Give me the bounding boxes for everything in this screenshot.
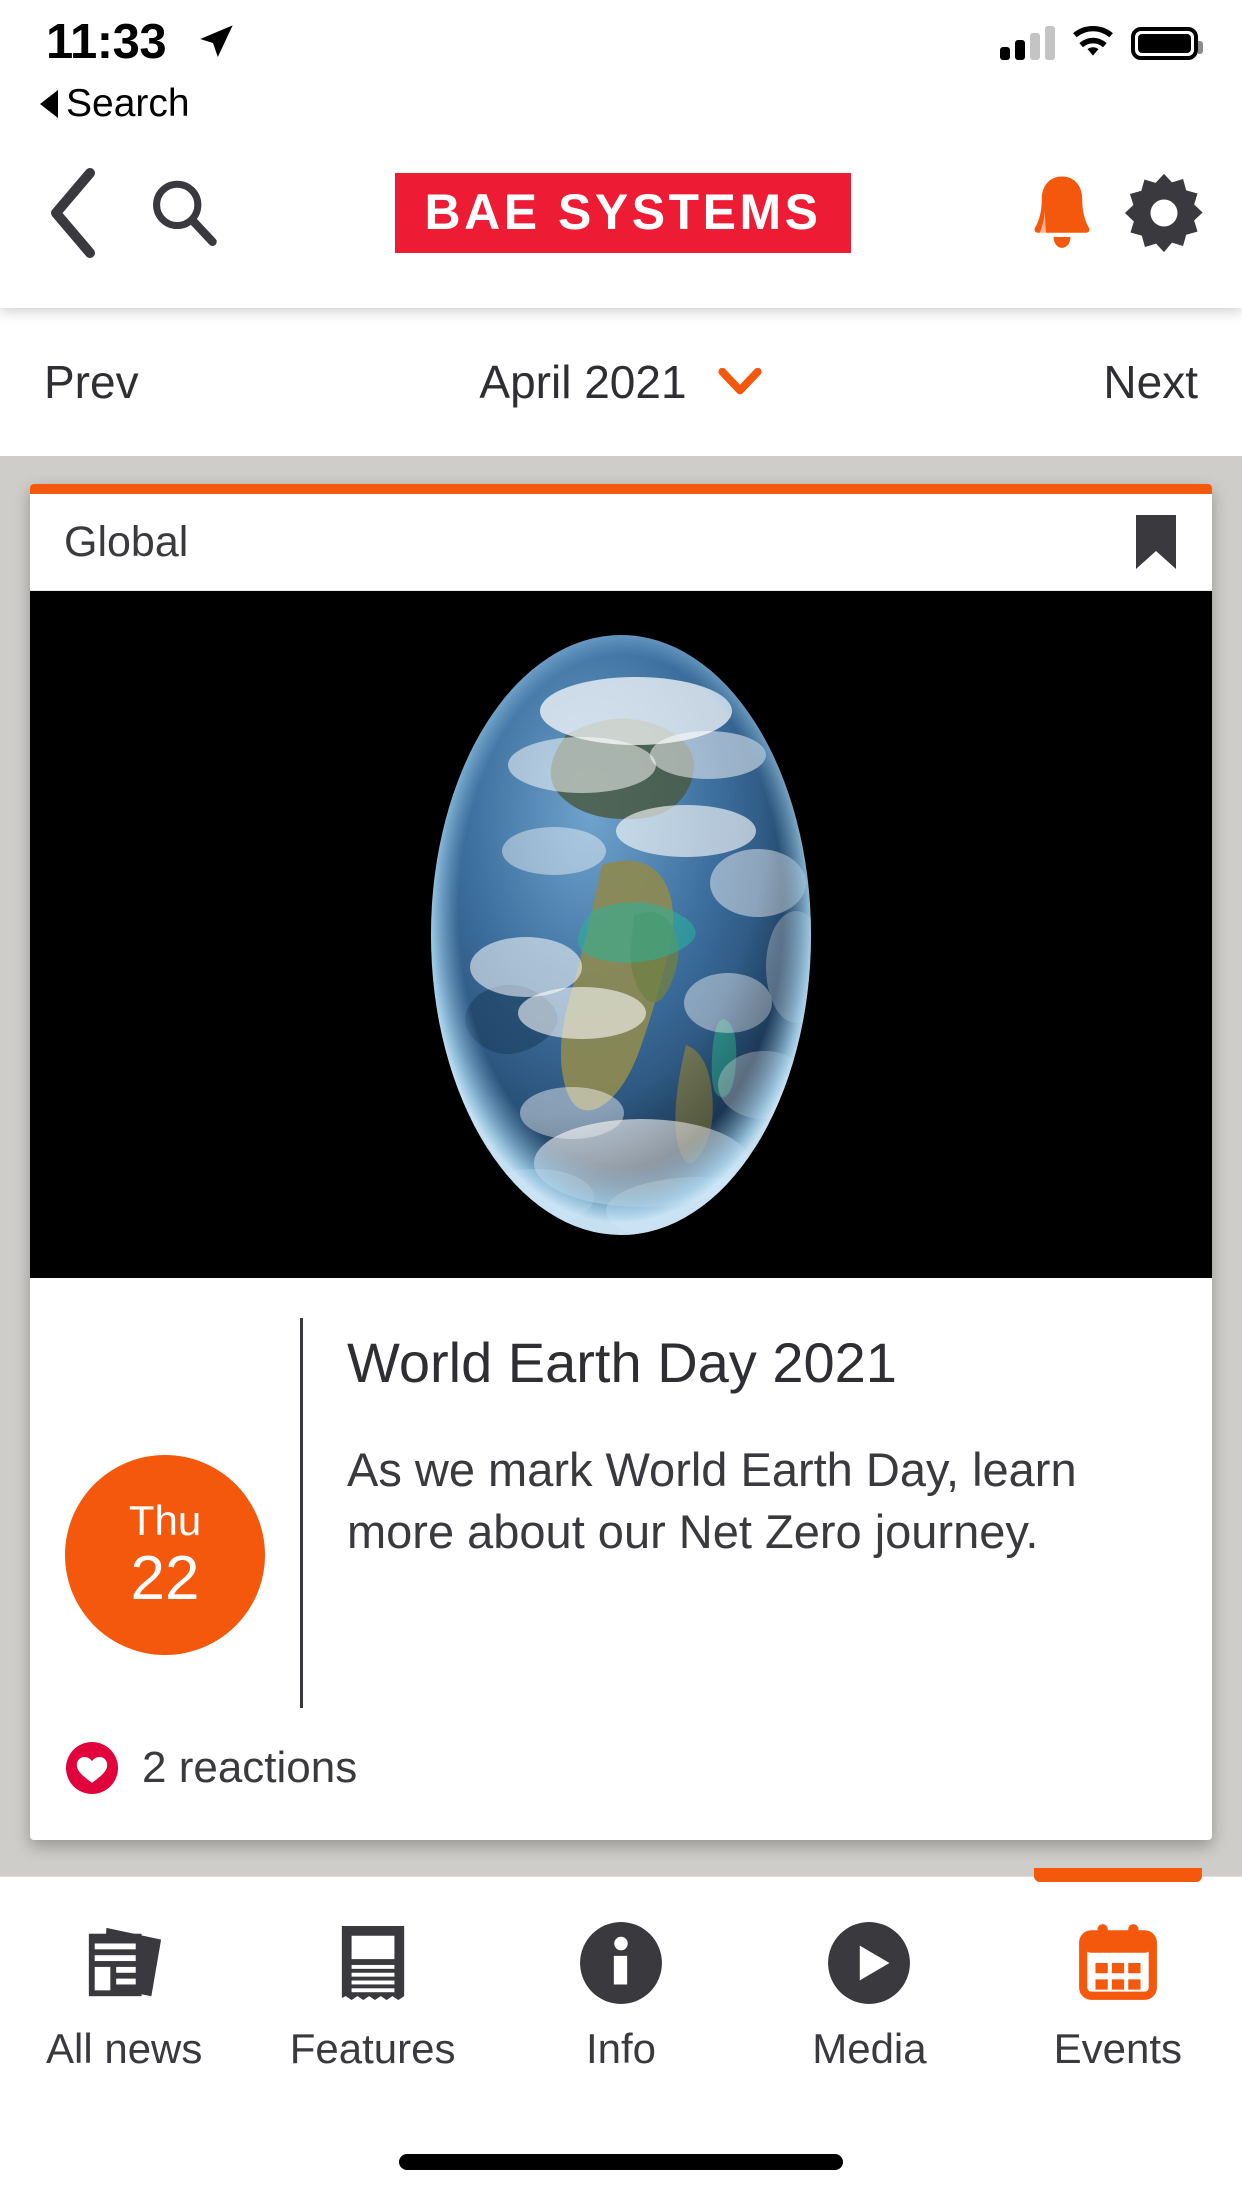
tab-label: Info bbox=[585, 2025, 657, 2072]
battery-full-icon bbox=[1131, 26, 1203, 60]
status-time: 11:33 bbox=[46, 15, 167, 69]
current-month-label: April 2021 bbox=[479, 356, 687, 408]
tab-label: Features bbox=[289, 2025, 456, 2072]
bookmark-icon[interactable] bbox=[1134, 513, 1178, 571]
tab-label: All news bbox=[46, 2025, 203, 2072]
card-region-label: Global bbox=[64, 517, 189, 566]
tab-label: Events bbox=[1053, 2025, 1183, 2072]
search-icon bbox=[153, 180, 217, 246]
next-month-button[interactable]: Next bbox=[1103, 355, 1198, 409]
play-circle-icon bbox=[826, 1915, 912, 2011]
date-day-number: 22 bbox=[130, 1544, 200, 1613]
info-circle-icon bbox=[578, 1915, 664, 2011]
location-arrow-icon bbox=[200, 25, 233, 57]
card-text-column: World Earth Day 2021 As we mark World Ea… bbox=[300, 1318, 1212, 1708]
active-tab-indicator bbox=[1033, 1868, 1202, 1882]
settings-button[interactable] bbox=[1116, 172, 1212, 254]
app-header: BAE SYSTEMS bbox=[0, 118, 1242, 308]
date-badge: Thu 22 bbox=[65, 1455, 265, 1655]
logo-badge: BAE SYSTEMS bbox=[394, 173, 852, 253]
card-body: Thu 22 World Earth Day 2021 As we mark W… bbox=[30, 1278, 1212, 1736]
back-button[interactable] bbox=[26, 167, 122, 259]
bell-icon bbox=[1034, 176, 1090, 248]
search-button[interactable] bbox=[136, 175, 232, 251]
month-selector[interactable]: April 2021 bbox=[139, 355, 1104, 409]
card-image bbox=[30, 591, 1212, 1278]
earth-from-space-photo bbox=[386, 615, 856, 1255]
month-navigation: Prev April 2021 Next bbox=[0, 308, 1242, 456]
event-date: Thu 22 bbox=[30, 1318, 300, 1708]
event-card[interactable]: Global Thu 22 World Earth Day 2021 As we… bbox=[30, 484, 1212, 1840]
document-icon bbox=[336, 1915, 410, 2011]
chevron-down-icon bbox=[717, 368, 762, 395]
tab-events[interactable]: Events bbox=[994, 1868, 1242, 2099]
tab-label: Media bbox=[812, 2025, 927, 2072]
tab-media[interactable]: Media bbox=[745, 1877, 993, 2099]
tab-info[interactable]: Info bbox=[497, 1877, 745, 2099]
reactions-label: 2 reactions bbox=[142, 1743, 358, 1792]
cellular-signal-icon bbox=[1000, 26, 1055, 60]
card-header: Global bbox=[30, 494, 1212, 591]
bottom-tab-bar: All news Features Info Media Events bbox=[0, 1868, 1242, 2099]
chevron-left-icon bbox=[51, 168, 95, 258]
card-accent-bar bbox=[30, 484, 1212, 494]
back-to-app-label: Search bbox=[66, 82, 190, 125]
date-day-of-week: Thu bbox=[128, 1497, 202, 1544]
status-indicators bbox=[1000, 26, 1203, 60]
prev-month-button[interactable]: Prev bbox=[44, 355, 139, 409]
events-scroll-area[interactable]: Global Thu 22 World Earth Day 2021 As we… bbox=[0, 456, 1242, 1876]
brand-logo[interactable]: BAE SYSTEMS bbox=[232, 173, 1014, 253]
back-to-search-app[interactable]: Search bbox=[40, 82, 190, 126]
tab-features[interactable]: Features bbox=[248, 1877, 496, 2099]
home-indicator bbox=[399, 2154, 843, 2170]
logo-text: BAE SYSTEMS bbox=[424, 184, 822, 240]
card-footer[interactable]: 2 reactions bbox=[30, 1736, 1212, 1840]
wifi-icon bbox=[1073, 26, 1113, 56]
tab-all-news[interactable]: All news bbox=[0, 1877, 248, 2099]
event-title: World Earth Day 2021 bbox=[347, 1331, 897, 1394]
gear-icon bbox=[1124, 173, 1203, 253]
newspapers-icon bbox=[81, 1915, 167, 2011]
calendar-icon bbox=[1075, 1915, 1161, 2011]
heart-icon[interactable] bbox=[64, 1740, 120, 1796]
event-description: As we mark World Earth Day, learn more a… bbox=[347, 1442, 1077, 1558]
triangle-left-icon bbox=[40, 90, 58, 118]
notifications-button[interactable] bbox=[1014, 173, 1110, 253]
